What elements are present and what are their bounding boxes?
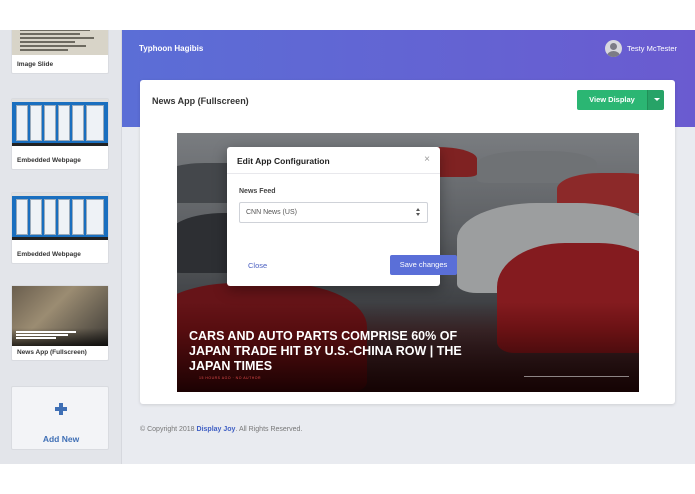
plus-icon [55, 403, 67, 415]
sidebar-item-embedded-webpage-2[interactable]: Embedded Webpage [11, 192, 109, 264]
news-headline: CARS AND AUTO PARTS COMPRISE 60% OF JAPA… [189, 329, 462, 373]
sidebar-item-label: News App (Fullscreen) [17, 349, 87, 356]
news-feed-selected-value: CNN News (US) [246, 209, 297, 216]
avatar-icon [604, 40, 622, 57]
workspace-name: Typhoon Hagibis [139, 44, 204, 53]
edit-app-configuration-modal: Edit App Configuration × News Feed CNN N… [227, 147, 457, 286]
view-display-button[interactable]: View Display [577, 90, 647, 110]
sidebar-item-label: Embedded Webpage [17, 251, 81, 258]
news-feed-label: News Feed [239, 188, 276, 195]
sidebar-item-label: Image Slide [17, 61, 54, 68]
footer-prefix: © Copyright 2018 [140, 426, 197, 433]
footer: © Copyright 2018 Display Joy. All Rights… [140, 426, 302, 433]
sidebar-item-embedded-webpage-1[interactable]: Embedded Webpage [11, 98, 109, 170]
user-name: Testy McTester [626, 44, 677, 53]
webpage-thumbnail [12, 193, 108, 240]
add-new-button[interactable]: Add New [11, 386, 109, 450]
sidebar: Image Slide Embedded Webpage Embedded We… [0, 30, 122, 464]
sidebar-item-label: Embedded Webpage [17, 157, 81, 164]
panel-header: News App (Fullscreen) View Display [140, 80, 675, 120]
slide-progress-bar [524, 376, 629, 377]
webpage-thumbnail [12, 99, 108, 146]
view-display-dropdown-toggle[interactable] [647, 90, 664, 110]
footer-brand-link[interactable]: Display Joy [197, 426, 236, 433]
news-feed-select[interactable]: CNN News (US) [239, 202, 428, 223]
image-slide-thumbnail [12, 30, 108, 55]
add-new-label: Add New [42, 434, 80, 444]
sidebar-item-news-app[interactable]: News App (Fullscreen) [11, 285, 109, 361]
close-icon[interactable]: × [424, 154, 430, 165]
panel-title: News App (Fullscreen) [152, 96, 249, 106]
news-app-thumbnail [12, 286, 108, 346]
modal-title: Edit App Configuration [237, 156, 330, 166]
close-button[interactable]: Close [248, 261, 267, 270]
user-menu[interactable]: Testy McTester [604, 40, 677, 57]
sidebar-item-image-slide[interactable]: Image Slide [11, 30, 109, 74]
footer-suffix: . All Rights Reserved. [235, 426, 303, 433]
news-byline: 15 HOURS AGO · NO AUTHOR [199, 376, 261, 380]
save-changes-button[interactable]: Save changes [390, 255, 457, 275]
select-arrows-icon [416, 208, 421, 218]
